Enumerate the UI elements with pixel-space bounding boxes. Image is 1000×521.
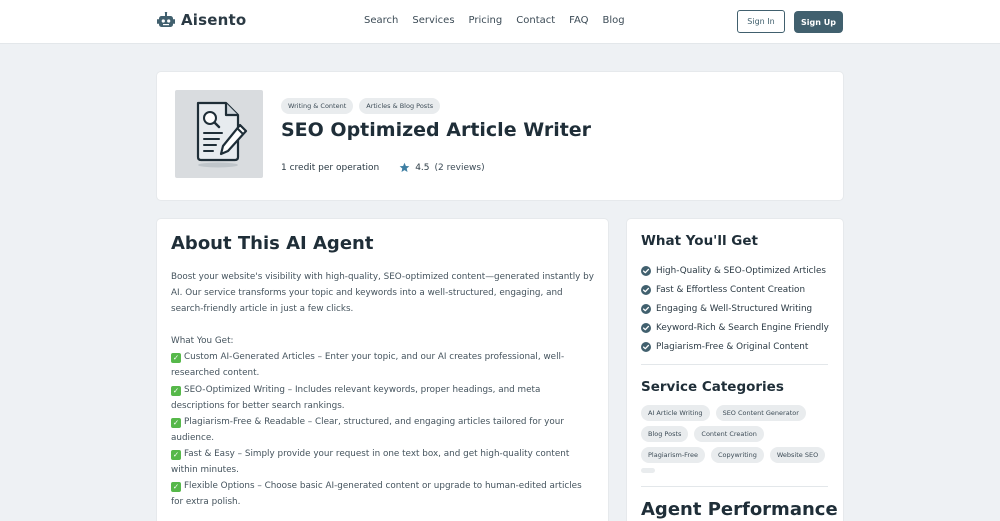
credit-cost: 1 credit per operation	[281, 162, 380, 173]
check-circle-icon	[641, 284, 651, 295]
feature-item: ✓ Flexible Options – Choose basic AI-gene…	[171, 481, 582, 508]
check-circle-icon	[641, 341, 651, 352]
agent-thumbnail	[175, 90, 263, 178]
category-tag[interactable]: SEO Content Generator	[715, 405, 806, 421]
agent-tags: Writing & Content Articles & Blog Posts	[281, 98, 441, 114]
about-intro: Boost your website's visibility with hig…	[171, 272, 594, 315]
agent-performance-title: Agent Performance	[641, 499, 838, 520]
what-you-get-title: What You'll Get	[641, 233, 758, 249]
nav-link-services[interactable]: Services	[412, 15, 454, 26]
check-mark-icon: ✓	[171, 385, 181, 396]
tag-writing-content[interactable]: Writing & Content	[281, 98, 354, 114]
sign-in-button[interactable]: Sign In	[737, 10, 785, 33]
page-title: SEO Optimized Article Writer	[281, 119, 592, 141]
nav-link-faq[interactable]: FAQ	[569, 15, 588, 26]
brand-logo[interactable]: Aisento	[157, 11, 246, 29]
brand-name: Aisento	[181, 11, 247, 29]
check-mark-icon: ✓	[171, 449, 181, 460]
divider	[641, 364, 828, 365]
service-categories-title: Service Categories	[641, 379, 784, 395]
star-icon	[399, 162, 410, 172]
what-you-get-list: High-Quality & SEO-Optimized Articles Fa…	[641, 261, 829, 356]
check-circle-icon	[641, 322, 651, 333]
check-mark-icon: ✓	[171, 417, 181, 428]
category-tag[interactable]: Content Creation	[694, 426, 764, 442]
service-categories: AI Article Writing SEO Content Generator…	[641, 405, 831, 473]
nav-links: Search Services Pricing Contact FAQ Blog	[364, 15, 625, 26]
document-pen-icon	[196, 101, 248, 168]
feature-item: ✓ Plagiarism-Free & Readable – Clear, str…	[171, 416, 564, 443]
tag-articles-blog-posts[interactable]: Articles & Blog Posts	[359, 98, 441, 114]
check-circle-icon	[641, 303, 651, 314]
agent-meta: 1 credit per operation 4.5 (2 reviews)	[281, 162, 485, 173]
list-item: High-Quality & SEO-Optimized Articles	[641, 261, 829, 280]
category-tag[interactable]: Website SEO	[769, 447, 826, 463]
category-tag-overflow	[641, 468, 655, 473]
category-tag[interactable]: Plagiarism-Free	[641, 447, 705, 463]
category-tag[interactable]: Blog Posts	[641, 426, 689, 442]
top-nav: Aisento Search Services Pricing Contact …	[0, 0, 1000, 44]
features-heading: What You Get:	[171, 336, 234, 347]
about-description: Boost your website's visibility with hig…	[171, 269, 596, 510]
agent-header-card: Writing & Content Articles & Blog Posts …	[157, 72, 843, 200]
sidebar-card: What You'll Get High-Quality & SEO-Optim…	[627, 219, 843, 521]
review-count[interactable]: (2 reviews)	[435, 163, 485, 173]
list-item: Plagiarism-Free & Original Content	[641, 337, 829, 356]
nav-link-contact[interactable]: Contact	[516, 15, 555, 26]
list-item: Engaging & Well-Structured Writing	[641, 299, 829, 318]
about-card: About This AI Agent Boost your website's…	[157, 219, 608, 521]
nav-link-pricing[interactable]: Pricing	[469, 15, 503, 26]
check-mark-icon: ✓	[171, 353, 181, 364]
check-circle-icon	[641, 265, 651, 276]
category-tag[interactable]: Copywriting	[710, 447, 764, 463]
feature-item: ✓ Fast & Easy – Simply provide your reque…	[171, 448, 570, 476]
nav-link-search[interactable]: Search	[364, 15, 398, 26]
nav-link-blog[interactable]: Blog	[603, 15, 625, 26]
about-title: About This AI Agent	[171, 233, 374, 254]
sign-up-button[interactable]: Sign Up	[794, 11, 843, 33]
feature-item: ✓ Custom AI-Generated Articles – Enter yo…	[171, 352, 565, 379]
category-tag[interactable]: AI Article Writing	[641, 405, 710, 421]
check-mark-icon: ✓	[171, 482, 181, 493]
rating-value: 4.5	[415, 162, 430, 173]
list-item: Fast & Effortless Content Creation	[641, 280, 829, 299]
divider	[641, 486, 828, 487]
list-item: Keyword-Rich & Search Engine Friendly	[641, 318, 829, 337]
robot-icon	[157, 12, 175, 27]
feature-item: ✓ SEO-Optimized Writing – Includes releva…	[171, 384, 541, 411]
